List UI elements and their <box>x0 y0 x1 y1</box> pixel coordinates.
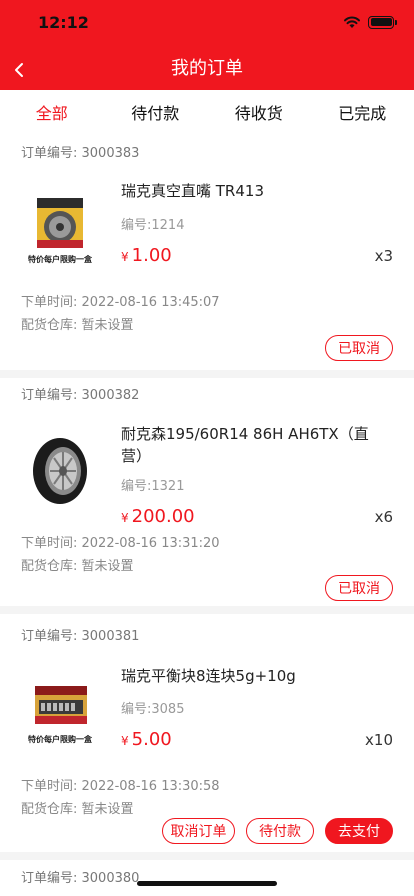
tab-all[interactable]: 全部 <box>0 90 104 133</box>
product-image: 特价每户限购一盒 <box>21 192 99 278</box>
page-title: 我的订单 <box>171 58 243 79</box>
warehouse: 配货仓库: 暂未设置 <box>21 802 134 817</box>
product-quantity: x3 <box>374 247 393 265</box>
order-separator <box>0 370 414 378</box>
warehouse: 配货仓库: 暂未设置 <box>21 559 134 574</box>
currency-symbol: ¥ <box>121 250 129 264</box>
currency-symbol: ¥ <box>121 734 129 748</box>
order-separator <box>0 852 414 860</box>
battery-icon <box>368 15 397 29</box>
product-image <box>21 428 99 514</box>
cancelled-button[interactable]: 已取消 <box>325 575 393 601</box>
order-number: 订单编号: 3000381 <box>21 629 140 644</box>
product-name: 耐克森195/60R14 86H AH6TX（直营） <box>121 425 369 465</box>
status-time: 12:12 <box>38 13 89 32</box>
price-value: 1.00 <box>131 245 172 266</box>
product-code: 编号:3085 <box>121 702 185 717</box>
status-icons <box>343 15 397 29</box>
tab-completed[interactable]: 已完成 <box>311 90 414 130</box>
currency-symbol: ¥ <box>121 511 129 525</box>
pay-now-button[interactable]: 去支付 <box>325 818 393 844</box>
product-price: ¥200.00 <box>121 506 195 527</box>
order-separator <box>0 606 414 614</box>
product-code: 编号:1214 <box>121 218 185 233</box>
price-value: 5.00 <box>131 729 172 750</box>
tab-pending-receipt[interactable]: 待收货 <box>207 90 311 130</box>
product-price: ¥1.00 <box>121 245 172 266</box>
warehouse: 配货仓库: 暂未设置 <box>21 318 134 333</box>
product-image-caption: 特价每户限购一盒 <box>28 735 92 744</box>
product-quantity: x6 <box>374 508 393 526</box>
product-quantity: x10 <box>365 731 393 749</box>
product-name: 瑞克真空直嘴 TR413 <box>121 182 264 200</box>
order-time: 下单时间: 2022-08-16 13:30:58 <box>21 779 220 794</box>
wifi-icon <box>344 16 360 28</box>
order-card[interactable]: 订单编号: 3000382 耐克森195/60R14 86H AH6TX（直营）… <box>0 378 414 606</box>
pending-payment-button[interactable]: 待付款 <box>246 818 314 844</box>
app-header: 12:12 我的订单 <box>0 0 414 90</box>
order-time: 下单时间: 2022-08-16 13:45:07 <box>21 295 220 310</box>
product-code: 编号:1321 <box>121 479 185 494</box>
order-tabs: 全部 待付款 待收货 已完成 <box>0 90 414 133</box>
order-number: 订单编号: 3000383 <box>21 146 140 161</box>
product-name: 瑞克平衡块8连块5g+10g <box>121 667 296 685</box>
order-number: 订单编号: 3000380 <box>21 871 140 886</box>
cancel-order-button[interactable]: 取消订单 <box>162 818 235 844</box>
order-time: 下单时间: 2022-08-16 13:31:20 <box>21 536 220 551</box>
product-image-caption: 特价每户限购一盒 <box>28 255 92 264</box>
product-image: 特价每户限购一盒 <box>21 672 99 758</box>
order-card[interactable]: 订单编号: 3000380 <box>0 860 414 896</box>
order-card[interactable]: 订单编号: 3000381 特价每户限购一盒 瑞克平衡块8连块5g+10g 编号… <box>0 614 414 852</box>
price-value: 200.00 <box>131 506 195 527</box>
order-card[interactable]: 订单编号: 3000383 特价每户限购一盒 瑞克真空直嘴 TR413 编号:1… <box>0 130 414 370</box>
tab-pending-payment[interactable]: 待付款 <box>104 90 208 130</box>
cancelled-button[interactable]: 已取消 <box>325 335 393 361</box>
home-indicator <box>137 881 277 886</box>
order-number: 订单编号: 3000382 <box>21 388 140 403</box>
product-price: ¥5.00 <box>121 729 172 750</box>
